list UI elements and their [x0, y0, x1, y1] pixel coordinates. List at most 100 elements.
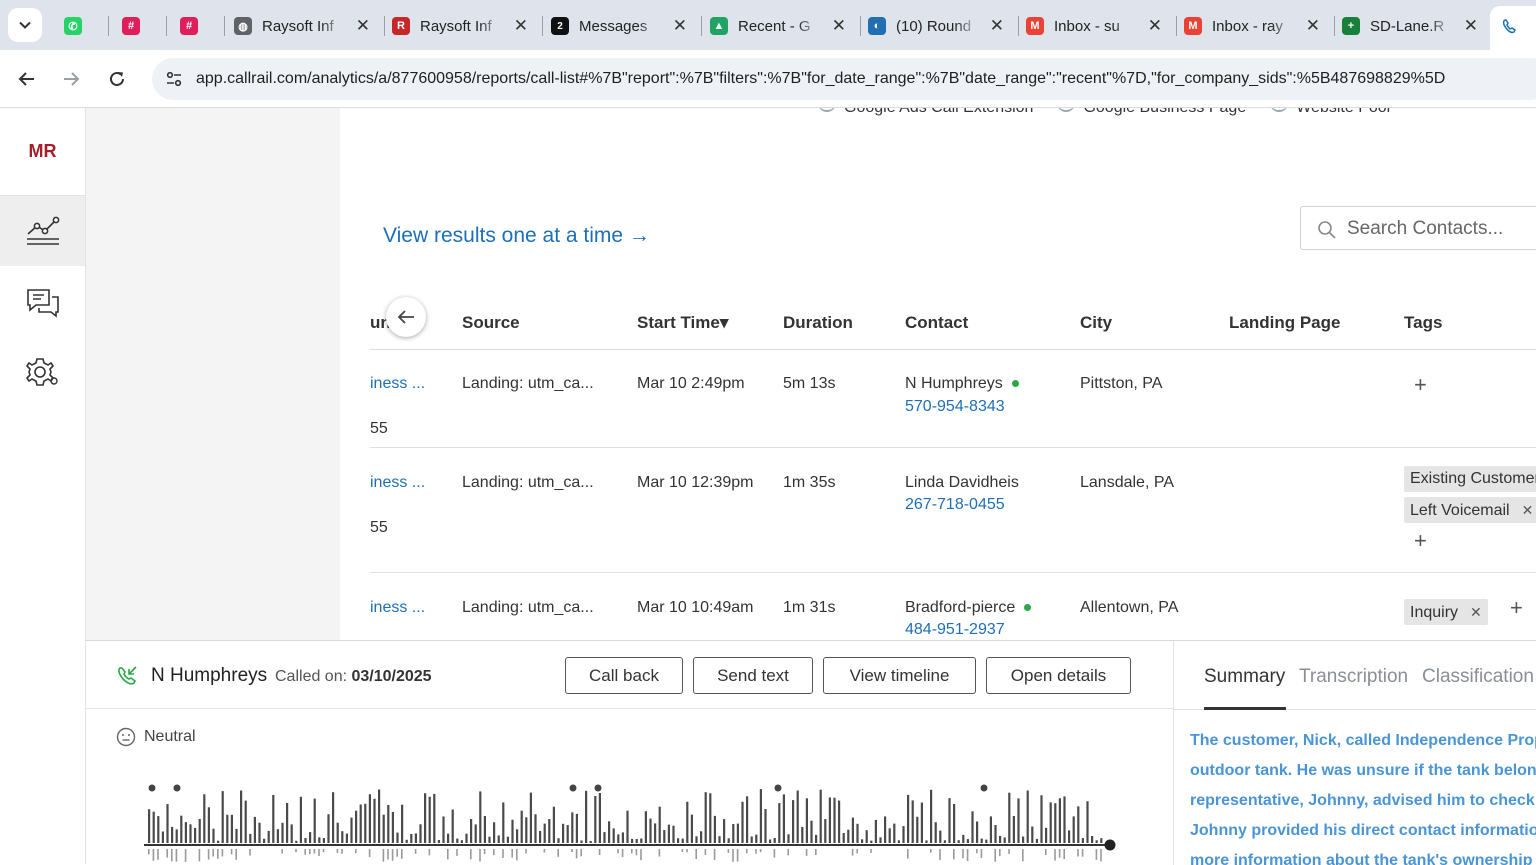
close-tab-icon[interactable]: ✕ — [673, 16, 687, 36]
tab-active[interactable] — [1490, 6, 1536, 50]
waveform-bar — [1026, 790, 1029, 843]
url-field[interactable]: app.callrail.com/analytics/a/877600958/r… — [152, 58, 1536, 100]
browser-tab[interactable]: 2 Messages ✕ — [551, 8, 697, 44]
site-info-icon[interactable] — [164, 69, 184, 89]
online-status-icon — [1024, 604, 1032, 612]
search-contacts-input[interactable]: Search Contacts... — [1300, 206, 1536, 250]
waveform-bar — [755, 849, 757, 854]
add-tag-icon[interactable]: + — [1414, 528, 1427, 554]
close-tab-icon[interactable]: ✕ — [1148, 16, 1162, 36]
waveform-bar — [272, 794, 275, 843]
call-back-button[interactable]: Call back — [565, 657, 683, 694]
col-landing-page[interactable]: Landing Page — [1229, 313, 1340, 333]
speaker-marker-icon[interactable] — [774, 784, 782, 792]
remove-tag-icon[interactable]: ✕ — [1522, 502, 1534, 518]
waveform-bar — [667, 824, 670, 843]
contact-name[interactable]: Bradford-pierce — [905, 599, 1015, 616]
waveform-bar — [483, 816, 486, 843]
close-tab-icon[interactable]: ✕ — [356, 16, 370, 36]
tab-classification[interactable]: Classification — [1422, 666, 1534, 688]
waveform-bar — [746, 849, 748, 854]
contact-phone-link[interactable]: 484-951-2937 — [905, 621, 1005, 639]
tracking-number-suffix: 55 — [370, 519, 388, 536]
tab-summary[interactable]: Summary — [1204, 666, 1285, 688]
nav-item-messages[interactable] — [0, 268, 85, 338]
browser-tab[interactable]: ▲ Recent - G ✕ — [710, 8, 856, 44]
browser-tab[interactable]: + SD-Lane.R ✕ — [1342, 8, 1488, 44]
close-tab-icon[interactable]: ✕ — [1464, 16, 1478, 36]
tab-search-button[interactable] — [8, 8, 42, 42]
waveform-bar — [1012, 816, 1015, 843]
waveform-bar — [304, 838, 307, 843]
tab-transcription[interactable]: Transcription — [1299, 666, 1408, 688]
speaker-marker-icon[interactable] — [980, 784, 988, 792]
waveform-bar — [157, 816, 160, 843]
browser-tab[interactable]: ◍ Raysoft Inf ✕ — [234, 8, 380, 44]
close-tab-icon[interactable]: ✕ — [1306, 16, 1320, 36]
view-results-one-at-a-time-link[interactable]: View results one at a time → — [383, 224, 650, 248]
forward-button[interactable] — [56, 64, 86, 94]
waveform-bar — [543, 849, 546, 853]
add-tag-icon[interactable]: + — [1414, 372, 1427, 398]
browser-tab[interactable]: # — [122, 8, 162, 44]
tracking-number-cell[interactable]: iness ... — [370, 474, 425, 492]
playhead-handle-icon[interactable] — [1104, 839, 1116, 851]
waveform-bar — [626, 810, 629, 843]
browser-tab[interactable]: ✆ — [64, 8, 104, 44]
waveform-bar — [907, 794, 910, 843]
waveform-bar — [552, 806, 555, 843]
speaker-marker-icon[interactable] — [148, 784, 156, 792]
close-tab-icon[interactable]: ✕ — [990, 16, 1004, 36]
add-tag-icon[interactable]: + — [1510, 595, 1523, 621]
col-contact[interactable]: Contact — [905, 313, 968, 333]
speaker-marker-icon[interactable] — [594, 784, 602, 792]
waveform-bar — [405, 839, 408, 843]
contact-phone-link[interactable]: 267-718-0455 — [905, 496, 1005, 514]
browser-tab[interactable]: # — [180, 8, 220, 44]
view-timeline-button[interactable]: View timeline — [823, 657, 976, 694]
tracking-number-cell[interactable]: iness ... — [370, 599, 425, 617]
speaker-marker-icon[interactable] — [173, 784, 181, 792]
browser-tab[interactable]: M Inbox - ray ✕ — [1184, 8, 1330, 44]
contact-phone-link[interactable]: 570-954-8343 — [905, 398, 1005, 416]
contact-name[interactable]: N Humphreys — [905, 375, 1003, 392]
reload-button[interactable] — [102, 64, 132, 94]
waveform-bar — [221, 791, 224, 843]
close-tab-icon[interactable]: ✕ — [832, 16, 846, 36]
waveform-bar — [1040, 795, 1043, 843]
nav-item-settings[interactable] — [0, 338, 85, 408]
remove-tag-icon[interactable]: ✕ — [1470, 604, 1482, 620]
col-tags[interactable]: Tags — [1404, 313, 1442, 333]
waveform-bar — [534, 814, 537, 843]
speaker-marker-icon[interactable] — [569, 784, 577, 792]
table-row[interactable]: iness ... Landing: utm_ca... Mar 10 10:4… — [370, 573, 1536, 640]
legend-swatch-icon — [818, 108, 836, 112]
account-initials[interactable]: MR — [0, 108, 85, 196]
nav-item-analytics[interactable] — [0, 196, 85, 266]
contact-cell[interactable]: Linda Davidheis — [905, 474, 1019, 492]
browser-tab[interactable]: M Inbox - su ✕ — [1026, 8, 1172, 44]
waveform-bar — [502, 849, 504, 858]
col-city[interactable]: City — [1080, 313, 1112, 333]
waveform-bar — [939, 830, 942, 843]
table-row[interactable]: iness ... 55 Landing: utm_ca... Mar 10 2… — [370, 350, 1536, 448]
table-row[interactable]: iness ... 55 Landing: utm_ca... Mar 10 1… — [370, 448, 1536, 573]
waveform-bar — [309, 849, 311, 855]
col-source[interactable]: Source — [462, 313, 520, 333]
call-audio-waveform[interactable] — [144, 781, 1124, 865]
col-start-time[interactable]: Start Time▾ — [637, 313, 728, 333]
waveform-bar — [810, 820, 813, 843]
waveform-bar — [580, 849, 582, 857]
open-details-button[interactable]: Open details — [986, 657, 1131, 694]
browser-tab[interactable]: R Raysoft Inf ✕ — [392, 8, 538, 44]
tracking-number-cell[interactable]: iness ... — [370, 375, 425, 393]
back-button[interactable] — [12, 64, 42, 94]
close-tab-icon[interactable]: ✕ — [514, 16, 528, 36]
browser-tab[interactable]: ◐ (10) Round ✕ — [868, 8, 1014, 44]
waveform-bar — [888, 828, 891, 843]
waveform-bar — [1035, 838, 1038, 843]
url-text: app.callrail.com/analytics/a/877600958/r… — [196, 70, 1446, 87]
send-text-button[interactable]: Send text — [693, 657, 813, 694]
col-duration[interactable]: Duration — [783, 313, 853, 333]
scroll-table-left-button[interactable] — [386, 297, 426, 337]
